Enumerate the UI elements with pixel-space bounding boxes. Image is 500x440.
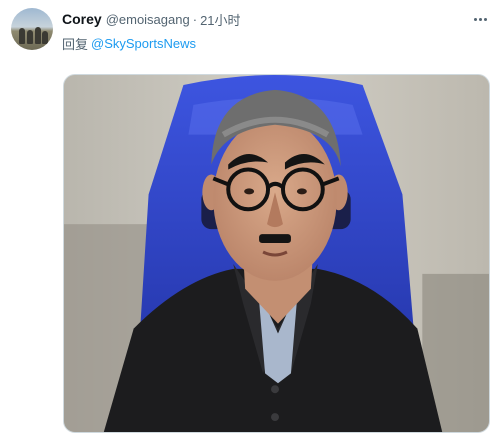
- separator-dot: ·: [192, 11, 198, 27]
- reply-context: 回复 @SkySportsNews: [62, 34, 196, 52]
- tweet[interactable]: Corey @emoisagang · 21小时 回复 @SkySportsNe…: [0, 0, 500, 440]
- tweet-photo[interactable]: [63, 74, 490, 433]
- tweet-timestamp[interactable]: 21小时: [200, 10, 240, 29]
- reply-prefix: 回复: [62, 36, 89, 52]
- avatar[interactable]: [11, 8, 53, 50]
- author-handle[interactable]: @emoisagang: [106, 12, 190, 27]
- tweet-header: Corey @emoisagang · 21小时: [62, 9, 241, 29]
- reply-to-link[interactable]: @SkySportsNews: [91, 36, 196, 51]
- photo-image: [64, 75, 489, 432]
- author-name[interactable]: Corey: [62, 11, 102, 27]
- more-options-icon[interactable]: [470, 9, 490, 29]
